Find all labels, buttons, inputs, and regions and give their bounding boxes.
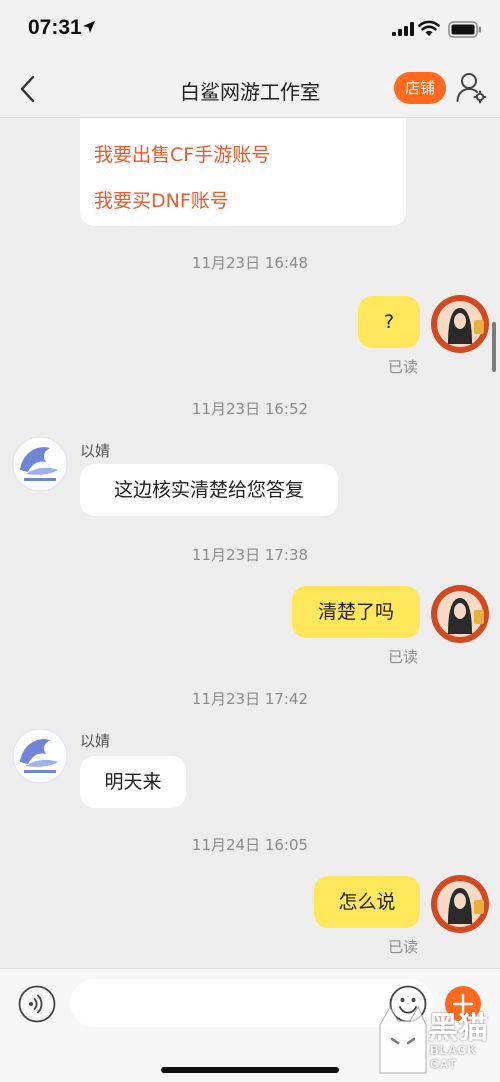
home-indicator: [161, 1067, 339, 1073]
scrollbar[interactable]: [492, 322, 496, 372]
message-timestamp: 11月23日 17:42: [191, 690, 309, 708]
sell-cf-account-link[interactable]: 我要出售CF手游账号: [94, 140, 270, 167]
watermark-brand-en: BLACK CAT: [430, 1043, 477, 1071]
watermark: 黑猫 BLACK CAT: [376, 1003, 500, 1082]
user-avatar[interactable]: [430, 584, 490, 644]
read-status: 已读: [388, 358, 419, 376]
watermark-brand: 黑猫: [428, 1011, 488, 1046]
shop-avatar[interactable]: [12, 728, 68, 784]
message-timestamp: 11月23日 17:38: [191, 546, 309, 564]
user-avatar[interactable]: [430, 874, 490, 934]
read-status: 已读: [388, 938, 419, 956]
shop-avatar[interactable]: [12, 436, 68, 492]
chat-area[interactable]: 我要出售CF手游账号 我要买DNF账号 11月23日 16:48 ? 已读 11…: [0, 118, 500, 968]
wifi-icon: [418, 20, 440, 36]
sender-name: 以婧: [80, 442, 111, 460]
outgoing-message-bubble[interactable]: 清楚了吗: [292, 586, 420, 638]
incoming-message-bubble[interactable]: 这边核实清楚给您答复: [80, 464, 338, 516]
buy-dnf-account-link[interactable]: 我要买DNF账号: [94, 186, 229, 213]
status-time: 07:31: [28, 16, 82, 39]
profile-settings-icon[interactable]: [456, 72, 486, 104]
message-timestamp: 11月23日 16:48: [191, 254, 309, 272]
user-avatar[interactable]: [430, 294, 490, 354]
quick-menu-card: 我要出售CF手游账号 我要买DNF账号: [80, 118, 406, 226]
shop-button[interactable]: 店铺: [394, 72, 446, 104]
status-bar: 07:31: [0, 0, 500, 60]
signal-icon: [392, 22, 414, 36]
nav-bar: 白鲨网游工作室 店铺: [0, 60, 500, 118]
battery-icon: [448, 21, 481, 38]
sender-name: 以婧: [80, 732, 111, 750]
black-cat-logo-icon: [379, 1005, 427, 1074]
incoming-message-bubble[interactable]: 明天来: [80, 756, 186, 808]
outgoing-message-bubble[interactable]: ?: [358, 296, 420, 348]
message-timestamp: 11月23日 16:52: [191, 400, 309, 418]
outgoing-message-bubble[interactable]: 怎么说: [314, 876, 420, 928]
input-bar: 黑猫 BLACK CAT: [0, 968, 500, 1082]
message-timestamp: 11月24日 16:05: [191, 836, 309, 854]
location-arrow-icon: [83, 21, 95, 33]
voice-icon[interactable]: [18, 985, 56, 1023]
read-status: 已读: [388, 648, 419, 666]
